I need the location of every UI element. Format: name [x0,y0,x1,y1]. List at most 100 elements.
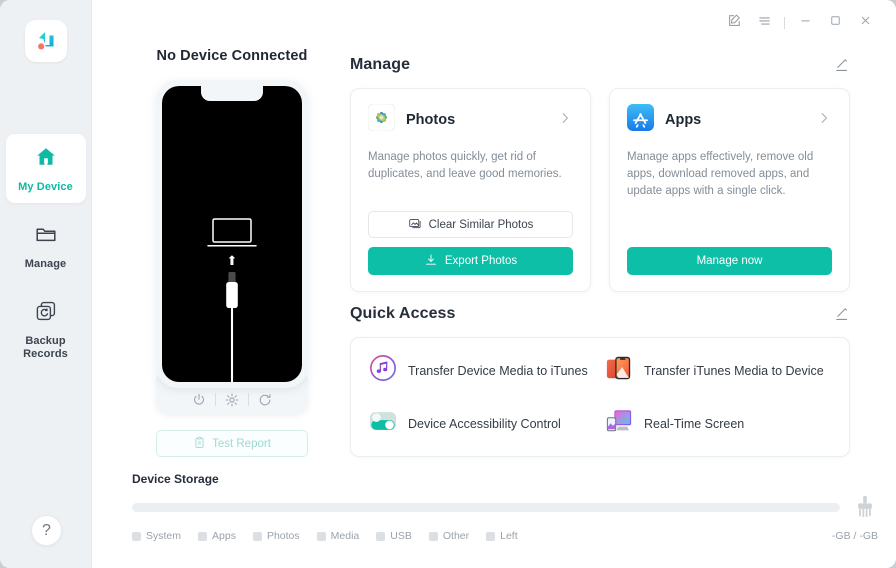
toggle-icon [369,407,397,440]
clear-similar-photos-button[interactable]: Clear Similar Photos [368,211,573,238]
legend-item: Photos [252,530,300,542]
quick-access-card: Transfer Device Media to iTunes Transfer… [350,337,850,457]
question-mark-icon: ? [42,521,51,539]
sidebar-item-backup-records[interactable]: Backup Records [6,288,86,370]
chevron-right-icon[interactable] [557,110,573,131]
broom-icon[interactable] [852,495,878,519]
test-report-label: Test Report [212,437,271,450]
main-content: No Device Connected ⬆ Test Report Manage… [92,0,896,568]
laptop-icon [205,216,259,255]
app-window: My Device Manage Backup Records ? No Dev… [0,0,896,568]
phone-mockup: ⬆ [156,80,308,388]
power-icon[interactable] [183,392,215,408]
quick-access-label: Transfer iTunes Media to Device [644,363,824,378]
help-button[interactable]: ? [31,515,62,546]
button-label: Manage now [696,255,763,267]
sidebar: My Device Manage Backup Records ? [0,0,92,568]
menu-button[interactable] [749,8,779,38]
sidebar-item-my-device[interactable]: My Device [5,134,86,203]
lightning-cable-icon [223,272,241,382]
brightness-icon[interactable] [216,392,248,408]
maximize-button[interactable] [820,8,850,38]
download-icon [424,253,438,270]
manage-section: Manage Photos Manage photos quickly, get… [350,56,850,292]
legend-swatch [376,531,386,541]
screen-mirror-icon [605,407,633,440]
refresh-icon[interactable] [249,392,281,408]
folder-icon [34,222,58,251]
edit-pencil-icon[interactable] [833,57,850,74]
export-photos-button[interactable]: Export Photos [368,247,573,275]
photos-icon [367,103,396,136]
close-icon [859,14,872,32]
manage-now-button[interactable]: Manage now [627,247,832,275]
quick-access-item-real-time-screen[interactable]: Real-Time Screen [605,407,831,440]
section-title: Quick Access [350,305,456,322]
manage-section-header: Manage [350,56,850,74]
minimize-button[interactable] [790,8,820,38]
card-title: Photos [406,112,456,128]
storage-legend: System Apps Photos Media USB Other Left … [132,530,878,542]
legend-swatch [132,531,141,541]
phone-media-icon [605,354,633,387]
minimize-icon [799,14,812,32]
itunes-icon [369,354,397,387]
sidebar-item-label: Manage [24,258,67,270]
quick-access-item-device-accessibility[interactable]: Device Accessibility Control [369,407,595,440]
clipboard-icon [193,436,206,452]
legend-swatch [198,531,208,541]
close-button[interactable] [850,8,880,38]
legend-item: Media [316,530,360,542]
sidebar-item-label: My Device [18,181,73,193]
legend-swatch [428,531,438,541]
legend-swatch [252,531,262,541]
quick-access-item-transfer-itunes-media[interactable]: Transfer iTunes Media to Device [605,354,831,387]
card-title: Apps [665,112,702,128]
chevron-right-icon[interactable] [816,110,832,131]
logo-icon [37,32,53,50]
arrow-up-icon: ⬆ [226,253,238,268]
storage-usage-bar [132,502,840,512]
sidebar-item-label: Backup Records [23,335,68,360]
app-store-icon [627,104,654,136]
device-status-text: No Device Connected [156,48,308,64]
legend-label: System [146,530,182,542]
legend-item: Other [428,530,469,542]
manage-card-apps[interactable]: Apps Manage apps effectively, remove old… [609,88,850,292]
feedback-button[interactable] [719,8,749,38]
card-header: Apps [627,104,832,136]
legend-label: USB [390,530,412,542]
phone-frame: ⬆ [156,80,308,388]
legend-item: USB [376,530,412,542]
legend-item: Left [486,530,518,542]
edit-pencil-icon[interactable] [833,306,850,323]
button-label: Export Photos [444,255,518,267]
legend-label: Left [500,530,518,542]
manage-card-photos[interactable]: Photos Manage photos quickly, get rid of… [350,88,591,292]
titlebar-separator [784,17,785,29]
legend-item: Apps [198,530,236,542]
storage-title: Device Storage [132,472,219,486]
quick-access-item-transfer-device-media[interactable]: Transfer Device Media to iTunes [369,354,595,387]
legend-label: Media [330,530,360,542]
button-label: Clear Similar Photos [428,218,534,231]
card-description: Manage photos quickly, get rid of duplic… [368,151,562,180]
backup-icon [34,299,58,328]
card-header: Photos [367,103,573,136]
phone-notch [201,86,263,101]
legend-swatch [486,531,496,541]
quick-access-label: Real-Time Screen [644,416,745,431]
legend-swatch [316,531,326,541]
window-titlebar [719,0,896,46]
photo-stack-icon [408,216,422,233]
maximize-icon [829,14,842,32]
edit-square-icon [727,13,742,33]
sidebar-item-manage[interactable]: Manage [6,211,86,280]
quick-access-section: Quick Access Transfer Device Media to iT… [350,305,850,457]
test-report-button[interactable]: Test Report [156,430,308,457]
device-storage-section: Device Storage System Apps Photos Media … [132,472,878,542]
legend-item: System [132,530,181,542]
storage-value: -GB / -GB [831,530,878,542]
home-icon [34,145,58,174]
legend-label: Apps [212,530,236,542]
